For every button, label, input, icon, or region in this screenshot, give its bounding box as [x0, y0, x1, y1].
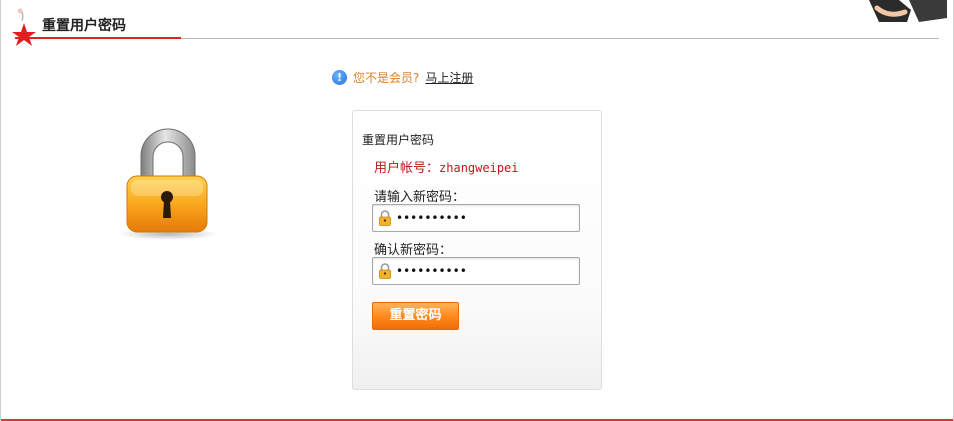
new-password-label: 请输入新密码：: [374, 190, 466, 205]
padlock-icon: [118, 128, 218, 240]
header-accent-line: [15, 37, 181, 39]
small-lock-icon: [379, 210, 391, 226]
confirm-password-field[interactable]: [372, 257, 580, 285]
info-icon: !: [332, 70, 347, 85]
confirm-password-label: 确认新密码：: [374, 243, 453, 258]
page-title: 重置用户密码: [42, 18, 126, 34]
new-password-input[interactable]: [396, 211, 576, 225]
reset-password-panel: 重置用户密码 用户帐号：zhangweipei 请输入新密码： 确认新密码： 重…: [352, 110, 602, 390]
not-member-text: 您不是会员?: [353, 71, 420, 85]
register-notice: ! 您不是会员? 马上注册: [332, 69, 473, 86]
red-star-icon: [12, 8, 36, 46]
account-label: 用户帐号：: [374, 161, 440, 176]
register-link[interactable]: 马上注册: [425, 69, 473, 86]
account-value: zhangweipei: [439, 161, 519, 175]
account-row: 用户帐号：zhangweipei: [374, 157, 519, 176]
page-frame: 重置用户密码 ! 您不是会员? 马上注册 重置用户密码 用户帐号：zhangwe…: [0, 0, 954, 421]
avatar: [869, 0, 947, 22]
new-password-field[interactable]: [372, 204, 580, 232]
small-lock-icon: [379, 263, 391, 279]
reset-password-button[interactable]: 重置密码: [372, 302, 459, 330]
form-title: 重置用户密码: [362, 133, 435, 147]
confirm-password-input[interactable]: [396, 264, 576, 278]
